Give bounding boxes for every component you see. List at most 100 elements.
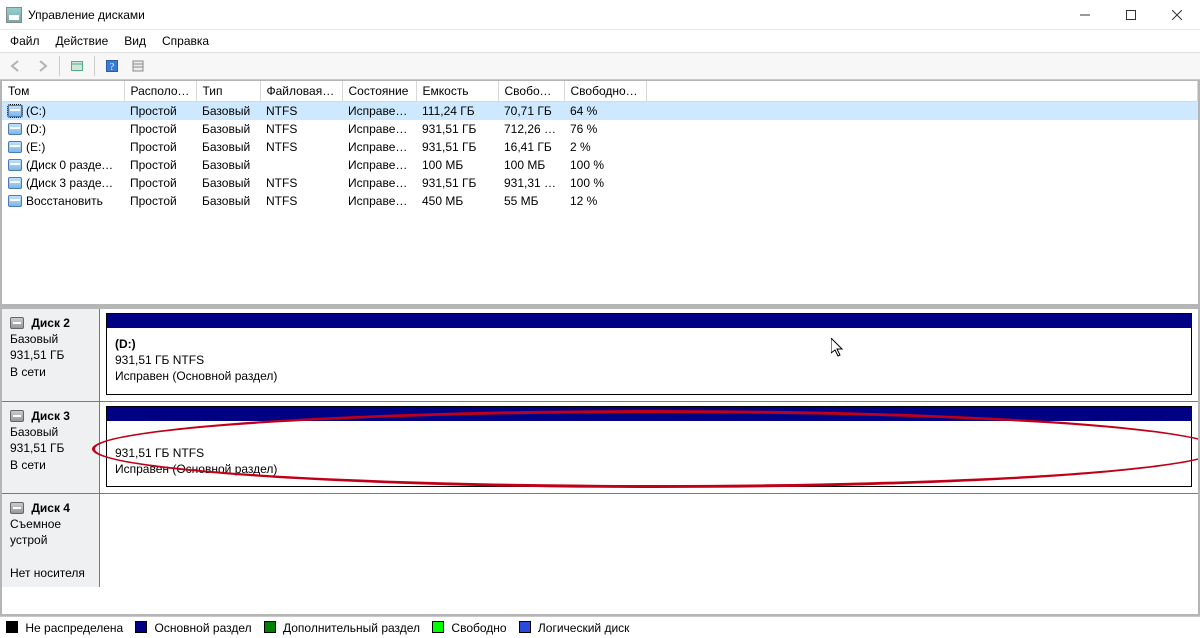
disk-header[interactable]: Диск 2 Базовый 931,51 ГБ В сети: [2, 309, 100, 401]
volume-icon: [8, 105, 22, 117]
legend-extended: Дополнительный раздел: [264, 621, 420, 635]
volume-name: Восстановить: [26, 194, 103, 208]
disk-no-media: Нет носителя: [10, 566, 85, 580]
volume-type: Базовый: [196, 120, 260, 138]
disk-header[interactable]: Диск 4 Съемное устрой Нет носителя: [2, 494, 100, 587]
volume-free-pct: 76 %: [564, 120, 646, 138]
table-row[interactable]: (E:)ПростойБазовыйNTFSИсправен…931,51 ГБ…: [2, 138, 1198, 156]
disk-icon: [10, 317, 24, 329]
properties-button[interactable]: [126, 55, 150, 77]
disk-row-4[interactable]: Диск 4 Съемное устрой Нет носителя: [2, 493, 1198, 587]
volume-capacity: 931,51 ГБ: [416, 174, 498, 192]
partition-stripe: [107, 314, 1191, 328]
volume-type: Базовый: [196, 138, 260, 156]
partition-line2: Исправен (Основной раздел): [115, 462, 277, 476]
col-layout[interactable]: Располож…: [124, 81, 196, 102]
window-title: Управление дисками: [28, 8, 145, 22]
col-volume[interactable]: Том: [2, 81, 124, 102]
volume-icon: [8, 195, 22, 207]
volume-capacity: 111,24 ГБ: [416, 102, 498, 121]
volume-free-pct: 64 %: [564, 102, 646, 121]
partition-line2: Исправен (Основной раздел): [115, 369, 277, 383]
partition-stripe: [107, 407, 1191, 421]
table-row[interactable]: (Диск 3 раздел 1)ПростойБазовыйNTFSИспра…: [2, 174, 1198, 192]
volume-fs: [260, 156, 342, 174]
partition-line1: 931,51 ГБ NTFS: [115, 353, 204, 367]
volume-type: Базовый: [196, 102, 260, 121]
legend-unallocated: Не распределена: [6, 621, 123, 635]
volume-capacity: 931,51 ГБ: [416, 120, 498, 138]
volume-free-pct: 100 %: [564, 174, 646, 192]
volume-fs: NTFS: [260, 120, 342, 138]
close-button[interactable]: [1154, 0, 1200, 29]
forward-button[interactable]: [30, 55, 54, 77]
swatch-free: [432, 621, 444, 633]
volume-fs: NTFS: [260, 102, 342, 121]
volume-layout: Простой: [124, 120, 196, 138]
disk-status: В сети: [10, 458, 46, 472]
back-button[interactable]: [4, 55, 28, 77]
partition[interactable]: 931,51 ГБ NTFS Исправен (Основной раздел…: [106, 406, 1192, 487]
col-free-pct[interactable]: Свободно %: [564, 81, 646, 102]
volume-type: Базовый: [196, 156, 260, 174]
volume-name: (E:): [26, 140, 45, 154]
col-capacity[interactable]: Емкость: [416, 81, 498, 102]
disk-name: Диск 2: [31, 316, 70, 330]
disk-row-2[interactable]: Диск 2 Базовый 931,51 ГБ В сети (D:) 931…: [2, 309, 1198, 401]
volume-name: (Диск 3 раздел 1): [26, 176, 122, 190]
minimize-button[interactable]: [1062, 0, 1108, 29]
volume-free-pct: 100 %: [564, 156, 646, 174]
legend-primary: Основной раздел: [135, 621, 251, 635]
volume-capacity: 931,51 ГБ: [416, 138, 498, 156]
col-state[interactable]: Состояние: [342, 81, 416, 102]
volume-name: (D:): [26, 122, 46, 136]
disk-type: Базовый: [10, 332, 58, 346]
volume-state: Исправен…: [342, 192, 416, 210]
partition[interactable]: (D:) 931,51 ГБ NTFS Исправен (Основной р…: [106, 313, 1192, 395]
maximize-button[interactable]: [1108, 0, 1154, 29]
swatch-primary: [135, 621, 147, 633]
help-button[interactable]: ?: [100, 55, 124, 77]
disk-graphic-pane[interactable]: Диск 2 Базовый 931,51 ГБ В сети (D:) 931…: [2, 309, 1198, 614]
disk-body: (D:) 931,51 ГБ NTFS Исправен (Основной р…: [100, 309, 1198, 401]
menu-help[interactable]: Справка: [154, 30, 217, 52]
volume-state: Исправен…: [342, 120, 416, 138]
volume-state: Исправен…: [342, 138, 416, 156]
menu-action[interactable]: Действие: [48, 30, 117, 52]
volume-fs: NTFS: [260, 138, 342, 156]
swatch-extended: [264, 621, 276, 633]
col-fs[interactable]: Файловая с…: [260, 81, 342, 102]
column-headers[interactable]: Том Располож… Тип Файловая с… Состояние …: [2, 81, 1198, 102]
swatch-logical: [519, 621, 531, 633]
volume-icon: [8, 159, 22, 171]
disk-body: [100, 494, 1198, 587]
menu-view[interactable]: Вид: [116, 30, 154, 52]
toolbar: ?: [0, 52, 1200, 80]
disk-header[interactable]: Диск 3 Базовый 931,51 ГБ В сети: [2, 402, 100, 493]
volume-capacity: 100 МБ: [416, 156, 498, 174]
col-free[interactable]: Свобод…: [498, 81, 564, 102]
table-row[interactable]: ВосстановитьПростойБазовыйNTFSИсправен…4…: [2, 192, 1198, 210]
volume-free: 70,71 ГБ: [498, 102, 564, 121]
volume-list-pane[interactable]: Том Располож… Тип Файловая с… Состояние …: [2, 81, 1198, 309]
disk-type: Базовый: [10, 425, 58, 439]
col-type[interactable]: Тип: [196, 81, 260, 102]
table-row[interactable]: (D:) ПростойБазовыйNTFSИсправен…931,51 ГБ…: [2, 120, 1198, 138]
volume-state: Исправен…: [342, 156, 416, 174]
volume-layout: Простой: [124, 102, 196, 121]
refresh-button[interactable]: [65, 55, 89, 77]
disk-row-3[interactable]: Диск 3 Базовый 931,51 ГБ В сети 931,51 Г…: [2, 401, 1198, 493]
volume-free: 100 МБ: [498, 156, 564, 174]
volume-layout: Простой: [124, 174, 196, 192]
menu-file[interactable]: Файл: [2, 30, 48, 52]
window-controls: [1062, 0, 1200, 29]
svg-text:?: ?: [110, 62, 115, 73]
partition-line1: 931,51 ГБ NTFS: [115, 446, 204, 460]
volume-table[interactable]: Том Располож… Тип Файловая с… Состояние …: [2, 81, 1198, 210]
volume-state: Исправен…: [342, 174, 416, 192]
swatch-unalloc: [6, 621, 18, 633]
legend-logical: Логический диск: [519, 621, 630, 635]
table-row[interactable]: (C:)ПростойБазовыйNTFSИсправен…111,24 ГБ…: [2, 102, 1198, 121]
volume-state: Исправен…: [342, 102, 416, 121]
table-row[interactable]: (Диск 0 раздел 2)ПростойБазовыйИсправен……: [2, 156, 1198, 174]
